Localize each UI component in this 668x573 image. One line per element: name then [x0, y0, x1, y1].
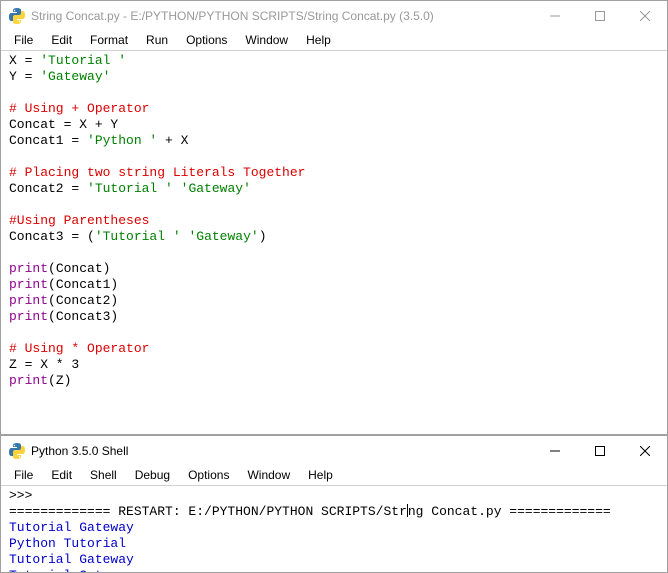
menu-shell[interactable]: Shell [81, 466, 126, 485]
menu-file[interactable]: File [5, 466, 42, 485]
code-line [9, 197, 659, 213]
editor-titlebar[interactable]: String Concat.py - E:/PYTHON/PYTHON SCRI… [1, 1, 667, 31]
menu-run[interactable]: Run [137, 31, 177, 50]
code-line: print(Concat3) [9, 309, 659, 325]
code-line: Z = X * 3 [9, 357, 659, 373]
menu-help[interactable]: Help [299, 466, 342, 485]
code-line: print(Concat1) [9, 277, 659, 293]
shell-title: Python 3.5.0 Shell [31, 444, 532, 458]
shell-output-line: Tutorial Gateway [9, 520, 659, 536]
editor-title: String Concat.py - E:/PYTHON/PYTHON SCRI… [31, 9, 532, 23]
menu-debug[interactable]: Debug [126, 466, 179, 485]
code-line: #Using Parentheses [9, 213, 659, 229]
code-line: Concat3 = ('Tutorial ' 'Gateway') [9, 229, 659, 245]
menu-options[interactable]: Options [177, 31, 236, 50]
shell-code-area[interactable]: >>> ============= RESTART: E:/PYTHON/PYT… [1, 486, 667, 572]
editor-window: String Concat.py - E:/PYTHON/PYTHON SCRI… [0, 0, 668, 435]
shell-line: >>> [9, 488, 659, 504]
minimize-button[interactable] [532, 436, 577, 466]
shell-window-controls [532, 436, 667, 466]
code-line: Concat = X + Y [9, 117, 659, 133]
minimize-button[interactable] [532, 1, 577, 31]
text-cursor [407, 504, 408, 517]
code-line [9, 85, 659, 101]
code-line: X = 'Tutorial ' [9, 53, 659, 69]
code-line [9, 325, 659, 341]
code-line: # Using + Operator [9, 101, 659, 117]
shell-titlebar[interactable]: Python 3.5.0 Shell [1, 436, 667, 466]
code-line: print(Concat2) [9, 293, 659, 309]
python-icon [9, 8, 25, 24]
close-button[interactable] [622, 436, 667, 466]
shell-menubar: FileEditShellDebugOptionsWindowHelp [1, 466, 667, 486]
shell-restart-line: ============= RESTART: E:/PYTHON/PYTHON … [9, 504, 659, 520]
menu-file[interactable]: File [5, 31, 42, 50]
code-line: Concat2 = 'Tutorial ' 'Gateway' [9, 181, 659, 197]
menu-window[interactable]: Window [236, 31, 297, 50]
code-line [9, 245, 659, 261]
menu-edit[interactable]: Edit [42, 31, 81, 50]
maximize-button[interactable] [577, 1, 622, 31]
code-line: Y = 'Gateway' [9, 69, 659, 85]
close-button[interactable] [622, 1, 667, 31]
editor-window-controls [532, 1, 667, 31]
code-line: print(Concat) [9, 261, 659, 277]
code-line [9, 149, 659, 165]
shell-output-line: Python Tutorial [9, 536, 659, 552]
menu-options[interactable]: Options [179, 466, 238, 485]
menu-window[interactable]: Window [238, 466, 299, 485]
shell-output-line: Tutorial Gateway [9, 552, 659, 568]
menu-format[interactable]: Format [81, 31, 137, 50]
maximize-button[interactable] [577, 436, 622, 466]
editor-menubar: FileEditFormatRunOptionsWindowHelp [1, 31, 667, 51]
shell-window: Python 3.5.0 Shell FileEditShellDebugOpt… [0, 435, 668, 573]
menu-edit[interactable]: Edit [42, 466, 81, 485]
menu-help[interactable]: Help [297, 31, 340, 50]
python-icon [9, 443, 25, 459]
code-line: print(Z) [9, 373, 659, 389]
code-line: # Using * Operator [9, 341, 659, 357]
editor-code-area[interactable]: X = 'Tutorial 'Y = 'Gateway' # Using + O… [1, 51, 667, 434]
code-line: Concat1 = 'Python ' + X [9, 133, 659, 149]
code-line: # Placing two string Literals Together [9, 165, 659, 181]
shell-output-line: Tutorial Gateway [9, 568, 659, 572]
